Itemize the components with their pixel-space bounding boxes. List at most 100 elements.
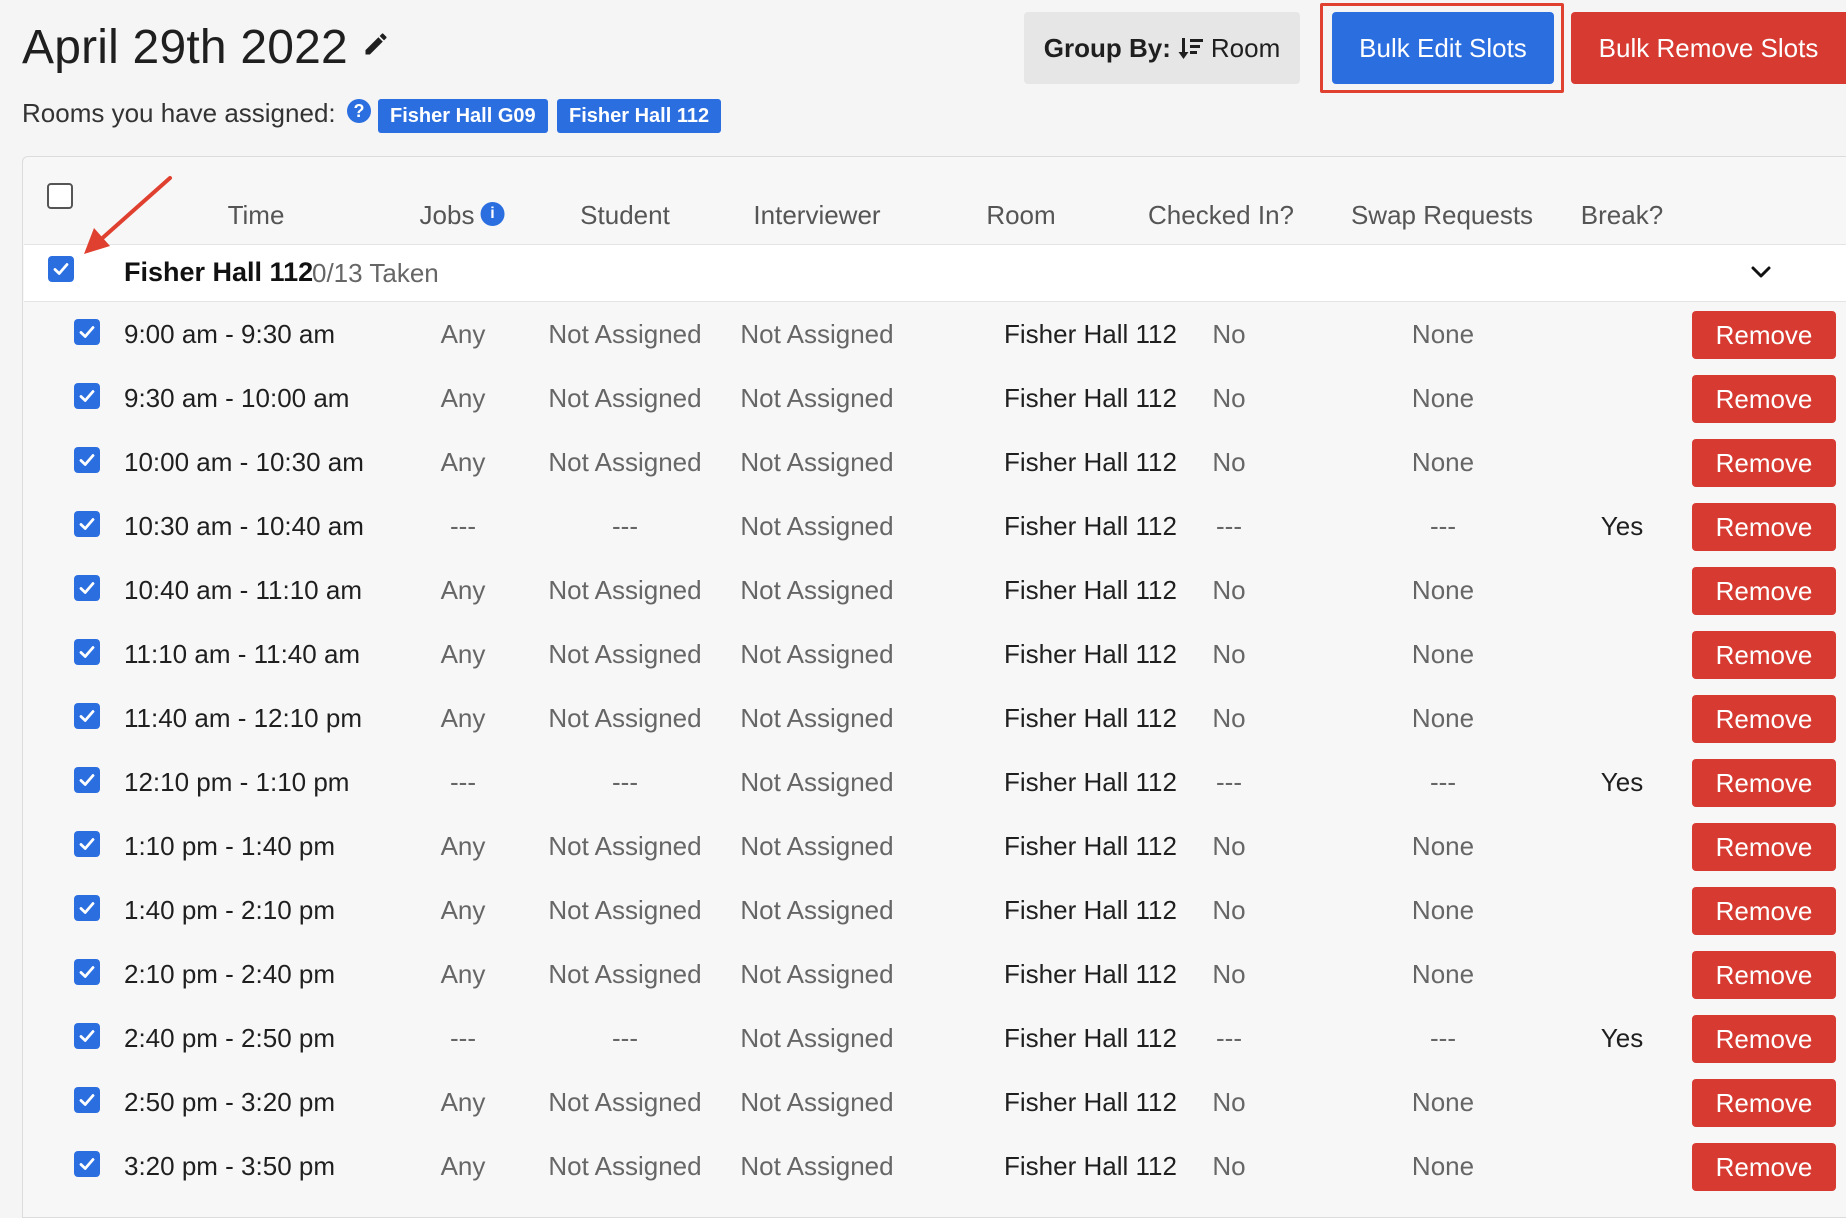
table-row: 12:10 pm - 1:10 pm --- --- Not Assigned Fish… <box>24 751 1846 815</box>
column-header-room[interactable]: Room <box>986 200 1055 231</box>
swap-requests-cell: None <box>1411 1087 1475 1117</box>
room-cell: Fisher Hall 112 <box>1004 319 1177 349</box>
column-header-time[interactable]: Time <box>228 200 285 231</box>
remove-button[interactable]: Remove <box>1692 1015 1836 1063</box>
room-cell: Fisher Hall 112 <box>1004 639 1177 669</box>
column-header-interviewer[interactable]: Interviewer <box>753 200 880 231</box>
remove-button[interactable]: Remove <box>1692 375 1836 423</box>
remove-button[interactable]: Remove <box>1692 503 1836 551</box>
interviewer-cell: Not Assigned <box>740 703 894 733</box>
row-checkbox[interactable] <box>74 1023 100 1049</box>
rooms-assigned-label: Rooms you have assigned: <box>22 98 336 128</box>
remove-button[interactable]: Remove <box>1692 823 1836 871</box>
interviewer-cell: Not Assigned <box>740 639 894 669</box>
row-checkbox[interactable] <box>74 1087 100 1113</box>
chevron-down-icon[interactable] <box>1746 257 1776 287</box>
room-badge: Fisher Hall 112 <box>557 99 722 133</box>
group-by-button[interactable]: Group By: Room <box>1024 12 1300 84</box>
help-question-icon[interactable]: ? <box>347 99 371 123</box>
row-checkbox[interactable] <box>74 639 100 665</box>
remove-button[interactable]: Remove <box>1692 1143 1836 1191</box>
jobs-cell: Any <box>440 383 486 413</box>
break-cell: Yes <box>1600 1023 1644 1053</box>
swap-requests-cell: None <box>1411 383 1475 413</box>
jobs-cell: Any <box>440 447 486 477</box>
remove-button[interactable]: Remove <box>1692 759 1836 807</box>
table-row: 10:40 am - 11:10 am Any Not Assigned Not As… <box>24 559 1846 623</box>
remove-button[interactable]: Remove <box>1692 567 1836 615</box>
checkmark-icon <box>79 1030 95 1042</box>
table-row: 11:40 am - 12:10 pm Any Not Assigned Not As… <box>24 687 1846 751</box>
row-checkbox[interactable] <box>74 831 100 857</box>
room-cell: Fisher Hall 112 <box>1004 575 1177 605</box>
row-checkbox[interactable] <box>74 575 100 601</box>
remove-button[interactable]: Remove <box>1692 631 1836 679</box>
pencil-edit-icon[interactable] <box>362 30 390 58</box>
room-cell: Fisher Hall 112 <box>1004 447 1177 477</box>
page-title: April 29th 2022 <box>22 21 348 74</box>
row-checkbox[interactable] <box>74 447 100 473</box>
column-header-student[interactable]: Student <box>580 200 670 231</box>
jobs-cell: Any <box>440 895 486 925</box>
row-checkbox[interactable] <box>74 1151 100 1177</box>
jobs-cell: Any <box>440 575 486 605</box>
checked-in-cell: No <box>1212 447 1246 477</box>
table-row: 2:50 pm - 3:20 pm Any Not Assigned Not Assi… <box>24 1071 1846 1135</box>
remove-button[interactable]: Remove <box>1692 887 1836 935</box>
group-by-value: Room <box>1210 32 1281 63</box>
remove-button[interactable]: Remove <box>1692 1079 1836 1127</box>
remove-button[interactable]: Remove <box>1692 311 1836 359</box>
checked-in-cell: --- <box>1216 767 1242 797</box>
student-cell: Not Assigned <box>548 383 702 413</box>
swap-requests-cell: None <box>1411 1151 1475 1181</box>
table-row: 9:30 am - 10:00 am Any Not Assigned Not Ass… <box>24 367 1846 431</box>
bulk-remove-slots-button[interactable]: Bulk Remove Slots <box>1571 12 1846 84</box>
table-row: 1:10 pm - 1:40 pm Any Not Assigned Not Assi… <box>24 815 1846 879</box>
column-header-swap-requests[interactable]: Swap Requests <box>1351 200 1533 231</box>
student-cell: Not Assigned <box>548 703 702 733</box>
room-badge: Fisher Hall G09 <box>378 99 548 133</box>
time-cell: 9:00 am - 9:30 am <box>124 319 335 349</box>
room-cell: Fisher Hall 112 <box>1004 895 1177 925</box>
row-checkbox[interactable] <box>74 767 100 793</box>
student-cell: Not Assigned <box>548 959 702 989</box>
checkmark-icon <box>79 390 95 402</box>
row-checkbox[interactable] <box>74 895 100 921</box>
row-checkbox[interactable] <box>74 511 100 537</box>
time-cell: 1:40 pm - 2:10 pm <box>124 895 335 925</box>
interviewer-cell: Not Assigned <box>740 1087 894 1117</box>
row-checkbox[interactable] <box>74 383 100 409</box>
checked-in-cell: No <box>1212 319 1246 349</box>
interviewer-cell: Not Assigned <box>740 895 894 925</box>
checked-in-cell: No <box>1212 1087 1246 1117</box>
bulk-edit-slots-button[interactable]: Bulk Edit Slots <box>1332 12 1554 84</box>
row-checkbox[interactable] <box>74 319 100 345</box>
student-cell: Not Assigned <box>548 1151 702 1181</box>
interviewer-cell: Not Assigned <box>740 831 894 861</box>
jobs-cell: Any <box>440 639 486 669</box>
row-checkbox[interactable] <box>74 703 100 729</box>
student-cell: Not Assigned <box>548 1087 702 1117</box>
swap-requests-cell: None <box>1411 959 1475 989</box>
group-by-label: Group By: <box>1043 32 1171 63</box>
remove-button[interactable]: Remove <box>1692 695 1836 743</box>
remove-button[interactable]: Remove <box>1692 951 1836 999</box>
interviewer-cell: Not Assigned <box>740 1151 894 1181</box>
checkmark-icon <box>79 518 95 530</box>
room-cell: Fisher Hall 112 <box>1004 767 1177 797</box>
student-cell: Not Assigned <box>548 895 702 925</box>
column-header-checked-in[interactable]: Checked In? <box>1148 200 1294 231</box>
table-row: 10:30 am - 10:40 am --- --- Not Assigned Fis… <box>24 495 1846 559</box>
jobs-cell: Any <box>440 959 486 989</box>
column-header-break[interactable]: Break? <box>1581 200 1663 231</box>
info-icon[interactable]: i <box>480 202 505 227</box>
jobs-cell: Any <box>440 1151 486 1181</box>
break-cell: Yes <box>1600 511 1644 541</box>
remove-button[interactable]: Remove <box>1692 439 1836 487</box>
row-checkbox[interactable] <box>74 959 100 985</box>
room-cell: Fisher Hall 112 <box>1004 511 1177 541</box>
column-header-jobs[interactable]: Jobs i <box>420 200 505 231</box>
interviewer-cell: Not Assigned <box>740 575 894 605</box>
checked-in-cell: No <box>1212 383 1246 413</box>
interviewer-cell: Not Assigned <box>740 1023 894 1053</box>
